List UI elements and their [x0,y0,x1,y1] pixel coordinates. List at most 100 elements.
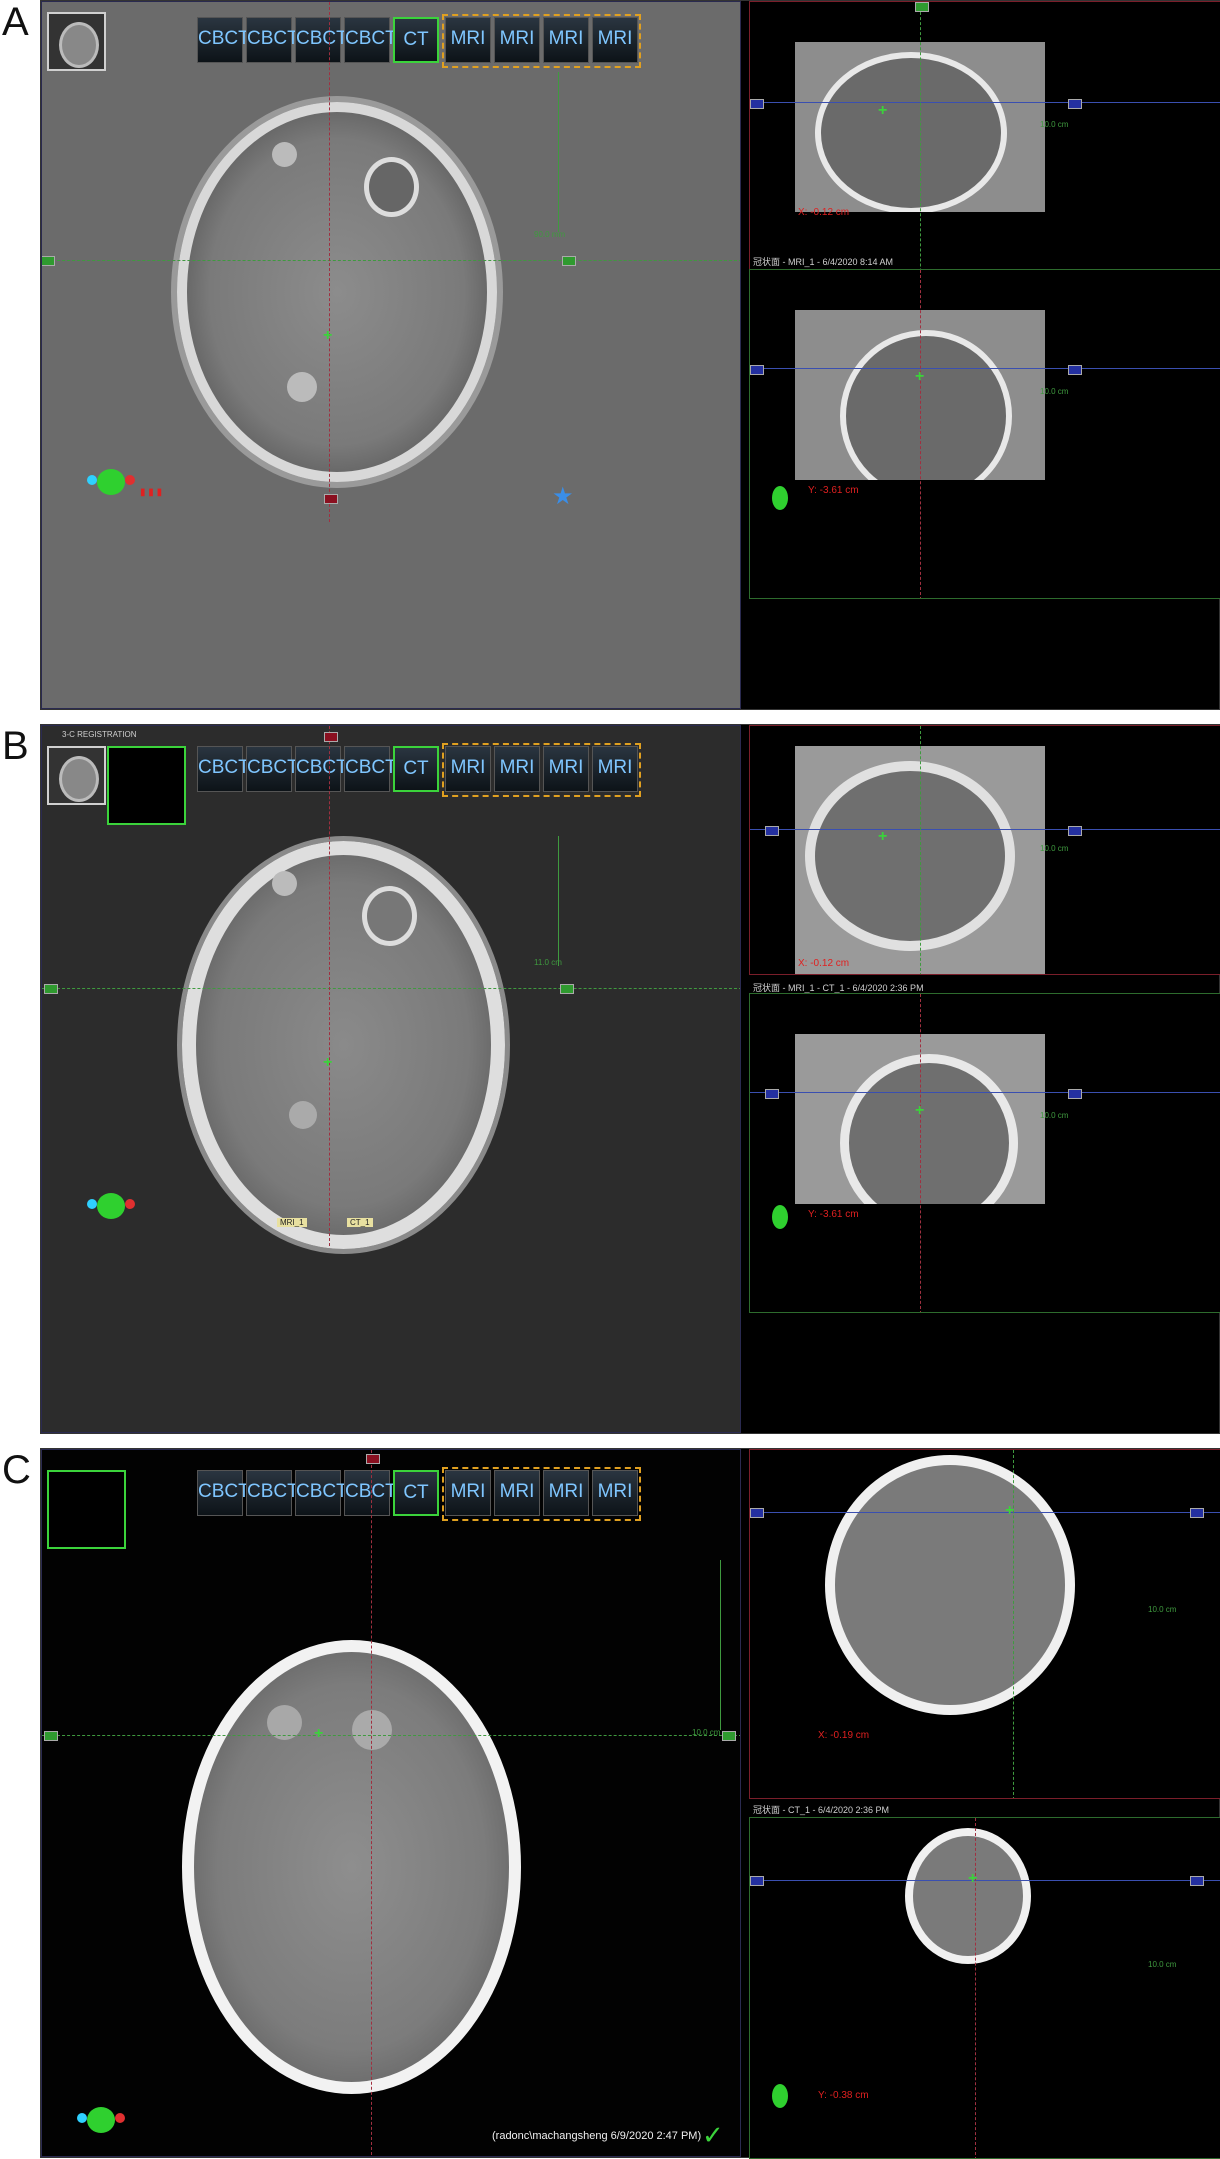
crosshair-handle[interactable] [42,256,55,266]
crosshair-handle[interactable] [750,1508,764,1518]
blend-label-mri[interactable]: MRI_1 [277,1218,307,1227]
patient-orientation-icon[interactable] [87,1191,137,1221]
series-preview-ct[interactable] [47,1470,126,1549]
crosshair-vertical[interactable] [920,994,921,1312]
crosshair-handle[interactable] [722,1731,736,1741]
crosshair-handle[interactable] [750,1876,764,1886]
series-thumb-label: MRI [597,1481,633,1502]
blend-label-ct[interactable]: CT_1 [347,1218,373,1227]
series-thumb-mri[interactable]: MRI [543,17,589,63]
series-thumb-mri[interactable]: MRI [494,1470,540,1516]
series-thumb-mri[interactable]: MRI [543,746,589,792]
crosshair-vertical[interactable] [329,726,330,1246]
sagittal-view-c[interactable]: + 10.0 cm X: -0.19 cm [749,1449,1220,1799]
series-thumb-mri[interactable]: MRI [592,1470,638,1516]
crosshair-handle[interactable] [1068,826,1082,836]
series-thumb-cbct[interactable]: CBCT [197,1470,250,1516]
series-thumb-mri[interactable]: MRI [445,746,491,792]
series-thumb-ct[interactable]: CT [393,1470,439,1516]
series-thumbnail-strip: CBCT CBCT CBCT CBCT CT MRI MRI MRI MRI [197,14,641,68]
series-thumb-cbct[interactable]: CBCT [344,746,397,792]
axial-view-c[interactable]: CBCT CBCT CBCT CBCT CT MRI MRI MRI MRI +… [41,1449,741,2157]
coronal-image [905,1828,1031,1964]
crosshair-vertical[interactable] [329,2,330,522]
crosshair-horizontal[interactable] [750,1880,1220,1881]
series-thumb-mri[interactable]: MRI [494,746,540,792]
series-thumb-cbct[interactable]: CBCT [295,17,348,63]
scale-readout: 10.0 cm [1148,1605,1177,1614]
crosshair-handle[interactable] [1068,1089,1082,1099]
series-thumb-cbct[interactable]: CBCT [197,17,250,63]
series-preview[interactable] [47,12,106,71]
series-thumb-cbct[interactable]: CBCT [295,1470,348,1516]
crosshair-horizontal[interactable] [42,1735,740,1736]
crosshair-handle[interactable] [765,1089,779,1099]
crosshair-handle[interactable] [765,826,779,836]
crosshair-horizontal[interactable] [750,1092,1220,1093]
coronal-readout: Y: -3.61 cm [808,485,859,496]
crosshair-handle[interactable] [1068,365,1082,375]
coronal-readout: Y: -3.61 cm [808,1209,859,1220]
crosshair-handle[interactable] [560,984,574,994]
crosshair-handle[interactable] [44,984,58,994]
crosshair-handle[interactable] [44,1731,58,1741]
series-thumb-cbct[interactable]: CBCT [246,746,299,792]
series-thumb-mri[interactable]: MRI [445,1470,491,1516]
series-thumb-mri[interactable]: MRI [543,1470,589,1516]
crosshair-handle[interactable] [324,732,338,742]
registration-label: 3-C REGISTRATION [62,730,137,739]
series-thumb-cbct[interactable]: CBCT [246,17,299,63]
series-thumb-mri[interactable]: MRI [592,17,638,63]
crosshair-handle[interactable] [562,256,576,266]
crosshair-horizontal[interactable] [42,988,740,989]
crosshair-vertical[interactable] [920,270,921,598]
crosshair-horizontal[interactable] [750,102,1220,103]
sagittal-view-b[interactable]: + 10.0 cm X: -0.12 cm [749,725,1220,975]
crosshair-handle[interactable] [1190,1508,1204,1518]
panel-label-b: B [2,724,29,768]
coronal-view-b[interactable]: + 10.0 cm Y: -3.61 cm [749,993,1220,1313]
series-thumb-ct[interactable]: CT [393,746,439,792]
crosshair-vertical[interactable] [371,1450,372,2156]
series-thumb-mri[interactable]: MRI [445,17,491,63]
crosshair-horizontal[interactable] [750,1512,1220,1513]
checkmark-icon[interactable]: ✓ [702,2120,724,2151]
crosshair-handle[interactable] [1190,1876,1204,1886]
crosshair-handle[interactable] [366,1454,380,1464]
series-thumb-mri[interactable]: MRI [494,17,540,63]
series-thumb-cbct[interactable]: CBCT [197,746,250,792]
crosshair-handle[interactable] [750,365,764,375]
series-thumb-label: MRI [450,28,486,49]
series-thumb-cbct[interactable]: CBCT [246,1470,299,1516]
patient-orientation-icon[interactable] [760,480,800,520]
series-preview[interactable] [47,746,106,805]
crosshair-horizontal[interactable] [750,368,1220,369]
series-thumb-label: CBCT [296,28,348,49]
series-thumb-label: CBCT [296,1481,348,1502]
coronal-view-c[interactable]: + 10.0 cm Y: -0.38 cm [749,1817,1220,2159]
patient-orientation-icon[interactable] [87,467,137,497]
coronal-readout: Y: -0.38 cm [818,2090,869,2101]
series-thumb-mri[interactable]: MRI [592,746,638,792]
series-thumb-ct[interactable]: CT [393,17,439,63]
series-thumb-label: CBCT [198,757,250,778]
coronal-view-a[interactable]: + 10.0 cm Y: -3.61 cm [749,269,1220,599]
patient-orientation-icon[interactable] [760,2078,800,2118]
axial-view-b[interactable]: 3-C REGISTRATION CBCT CBCT CBCT CBCT CT … [41,725,741,1433]
patient-orientation-icon[interactable] [77,2105,127,2135]
crosshair-handle[interactable] [1068,99,1082,109]
crosshair-vertical[interactable] [920,726,921,974]
crosshair-handle[interactable] [324,494,338,504]
series-thumb-cbct[interactable]: CBCT [344,1470,397,1516]
series-preview-ct[interactable] [107,746,186,825]
patient-orientation-icon[interactable] [760,1199,800,1239]
star-icon[interactable]: ★ [552,482,574,511]
crosshair-horizontal[interactable] [42,260,740,261]
axial-view-a[interactable]: CBCT CBCT CBCT CBCT CT MRI MRI MRI MRI +… [41,1,741,709]
series-thumb-cbct[interactable]: CBCT [295,746,348,792]
series-thumb-label: MRI [548,757,584,778]
crosshair-handle[interactable] [750,99,764,109]
crosshair-handle[interactable] [915,2,929,12]
crosshair-horizontal[interactable] [750,829,1220,830]
series-thumb-cbct[interactable]: CBCT [344,17,397,63]
